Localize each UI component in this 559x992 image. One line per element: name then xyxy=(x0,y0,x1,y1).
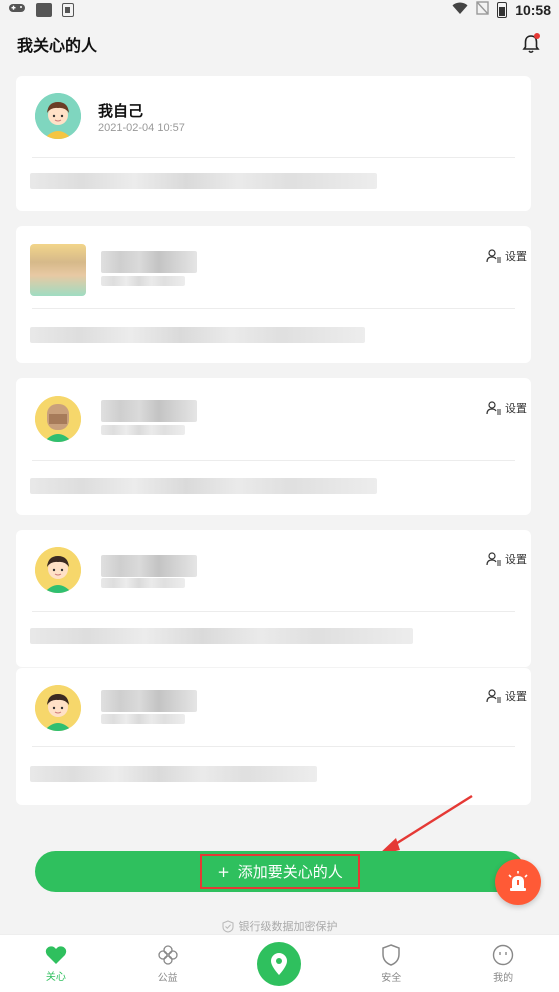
person-settings-icon xyxy=(486,552,501,566)
avatar xyxy=(35,93,81,139)
wifi-icon xyxy=(452,2,468,19)
divider xyxy=(32,308,515,309)
app-header: 我关心的人 xyxy=(0,22,559,66)
redacted-status xyxy=(30,173,377,189)
tab-me[interactable]: 我的 xyxy=(447,935,559,992)
settings-label: 设置 xyxy=(505,690,527,703)
person-name: 我自己 xyxy=(98,102,144,120)
avatar xyxy=(30,244,86,296)
redacted-status xyxy=(30,766,317,782)
shield-icon xyxy=(382,943,401,966)
redacted-date xyxy=(101,578,185,588)
add-person-button[interactable]: + 添加要关心的人 xyxy=(35,851,525,892)
person-card[interactable]: 设置 xyxy=(16,226,531,363)
bottom-tab-bar: 关心 公益 安全 我的 xyxy=(0,934,559,992)
sos-alarm-button[interactable] xyxy=(495,859,541,905)
person-card[interactable]: 设置 xyxy=(16,378,531,515)
settings-button[interactable]: 设置 xyxy=(486,688,527,704)
redacted-date xyxy=(101,276,185,286)
tab-label: 关心 xyxy=(45,971,66,983)
app-notification-icon xyxy=(36,3,52,17)
gamepad-icon xyxy=(8,2,26,18)
security-note-text: 银行级数据加密保护 xyxy=(238,920,338,933)
clock: 10:58 xyxy=(515,2,551,18)
tab-charity[interactable]: 公益 xyxy=(112,935,224,992)
settings-label: 设置 xyxy=(505,553,527,566)
heart-icon xyxy=(45,945,67,964)
shield-check-icon xyxy=(221,919,234,933)
no-signal-icon xyxy=(476,1,489,19)
notification-button[interactable] xyxy=(520,33,542,55)
avatar xyxy=(35,547,81,593)
person-settings-icon xyxy=(486,249,501,263)
settings-button[interactable]: 设置 xyxy=(486,400,527,416)
person-card[interactable]: 设置 xyxy=(16,668,531,805)
page-title: 我关心的人 xyxy=(17,36,98,55)
add-person-label: 添加要关心的人 xyxy=(237,863,343,881)
settings-label: 设置 xyxy=(505,402,527,415)
sim-icon xyxy=(62,3,74,17)
tab-label: 公益 xyxy=(157,972,178,984)
person-settings-icon xyxy=(486,689,501,703)
location-pin-icon xyxy=(271,952,288,975)
tab-label: 安全 xyxy=(381,972,402,984)
person-settings-icon xyxy=(486,401,501,415)
redacted-name xyxy=(101,400,197,422)
tab-label: 我的 xyxy=(493,972,514,984)
avatar xyxy=(35,396,81,442)
clover-icon xyxy=(158,944,178,965)
alarm-light-icon xyxy=(508,871,528,891)
redacted-status xyxy=(30,327,365,343)
settings-button[interactable]: 设置 xyxy=(486,551,527,567)
settings-button[interactable]: 设置 xyxy=(486,248,527,264)
battery-icon xyxy=(497,2,508,18)
divider xyxy=(32,746,515,747)
redacted-name xyxy=(101,555,197,577)
redacted-status xyxy=(30,478,377,494)
settings-label: 设置 xyxy=(505,250,527,263)
location-button[interactable] xyxy=(257,941,302,986)
annotation-arrow xyxy=(378,794,473,855)
face-icon xyxy=(492,944,514,965)
redacted-status xyxy=(30,628,413,644)
security-note: 银行级数据加密保护 xyxy=(0,918,559,934)
person-card-self[interactable]: 我自己 2021-02-04 10:57 xyxy=(16,76,531,211)
redacted-name xyxy=(101,251,197,273)
redacted-name xyxy=(101,690,197,712)
redacted-date xyxy=(101,425,185,435)
plus-icon: + xyxy=(217,862,230,881)
avatar xyxy=(35,685,81,731)
divider xyxy=(32,611,515,612)
person-card[interactable]: 设置 xyxy=(16,530,531,667)
tab-safety[interactable]: 安全 xyxy=(335,935,447,992)
update-time: 2021-02-04 10:57 xyxy=(98,122,185,134)
redacted-date xyxy=(101,714,185,724)
tab-location[interactable] xyxy=(224,935,336,992)
add-person-highlight: + 添加要关心的人 xyxy=(200,854,360,889)
tab-care[interactable]: 关心 xyxy=(0,935,112,992)
divider xyxy=(32,157,515,158)
divider xyxy=(32,460,515,461)
unread-dot xyxy=(534,33,540,39)
status-bar: 10:58 xyxy=(0,0,559,20)
